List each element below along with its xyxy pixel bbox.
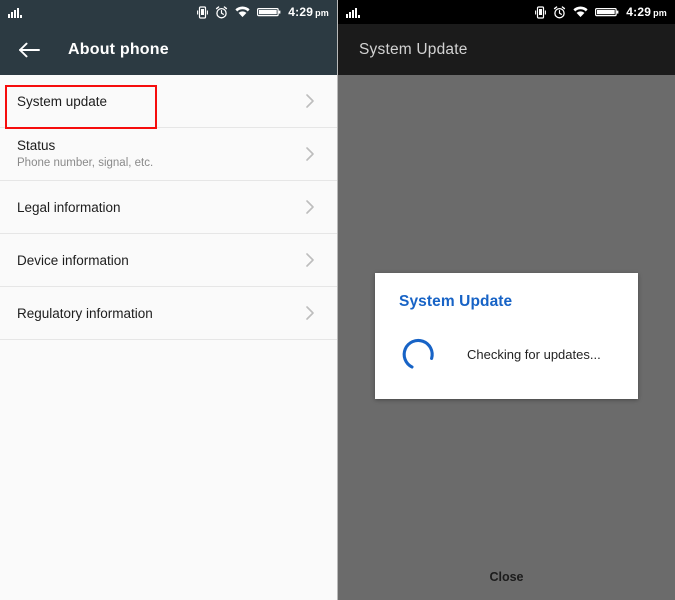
list-item-subtitle: Phone number, signal, etc. — [17, 157, 154, 169]
signal-bars-icon — [8, 6, 24, 19]
sidebar-item-legal-information[interactable]: Legal information — [0, 181, 337, 234]
dialog-scrim: System Update Checking for updates... Cl… — [338, 75, 675, 600]
wifi-icon — [573, 6, 588, 18]
sidebar-item-system-update[interactable]: System update — [0, 75, 337, 128]
status-bar-right: 4:29 pm — [338, 0, 675, 24]
system-update-dialog: System Update Checking for updates... — [375, 273, 638, 399]
chevron-right-icon — [305, 146, 315, 162]
dialog-message: Checking for updates... — [467, 346, 601, 362]
status-bar-left: 4:29 pm — [0, 0, 337, 24]
status-bar-clock: 4:29 pm — [288, 5, 329, 19]
list-item-title: System update — [17, 93, 108, 109]
dialog-body: Checking for updates... — [399, 337, 614, 371]
dialog-title: System Update — [399, 293, 513, 310]
alarm-clock-icon — [553, 5, 566, 19]
sidebar-item-regulatory-information[interactable]: Regulatory information — [0, 287, 337, 340]
app-bar-about-phone: About phone — [0, 24, 337, 75]
about-phone-list: System update Status Phone number, signa… — [0, 75, 337, 600]
sidebar-item-device-information[interactable]: Device information — [0, 234, 337, 287]
page-title: About phone — [68, 40, 169, 58]
chevron-right-icon — [305, 252, 315, 268]
battery-full-icon — [257, 6, 281, 18]
vibrate-icon — [197, 5, 209, 19]
system-update-screen: 4:29 pm System Update System Update Check… — [338, 0, 675, 600]
chevron-right-icon — [305, 93, 315, 109]
alarm-clock-icon — [215, 5, 228, 19]
signal-bars-icon — [346, 6, 362, 19]
back-button[interactable] — [16, 37, 42, 63]
list-item-title: Device information — [17, 252, 129, 268]
status-bar-clock: 4:29 pm — [626, 5, 667, 19]
status-bar-right-icons: 4:29 pm — [197, 5, 329, 19]
loading-spinner-icon — [401, 337, 435, 371]
chevron-right-icon — [305, 199, 315, 215]
sidebar-item-status[interactable]: Status Phone number, signal, etc. — [0, 128, 337, 181]
list-item-title: Legal information — [17, 199, 121, 215]
list-item-title: Status — [17, 138, 56, 153]
back-arrow-icon — [18, 41, 40, 59]
app-bar-system-update: System Update — [338, 24, 675, 75]
battery-full-icon — [595, 6, 619, 18]
page-title: System Update — [359, 40, 468, 58]
dual-screenshot-container: 4:29 pm About phone System update Status… — [0, 0, 675, 600]
status-bar-right-icons: 4:29 pm — [535, 5, 667, 19]
close-button[interactable]: Close — [338, 570, 675, 584]
about-phone-screen: 4:29 pm About phone System update Status… — [0, 0, 338, 600]
vibrate-icon — [535, 5, 547, 19]
status-bar-left-icons — [8, 6, 24, 19]
status-bar-left-icons — [346, 6, 362, 19]
wifi-icon — [235, 6, 250, 18]
list-item-title: Regulatory information — [17, 305, 153, 321]
chevron-right-icon — [305, 305, 315, 321]
